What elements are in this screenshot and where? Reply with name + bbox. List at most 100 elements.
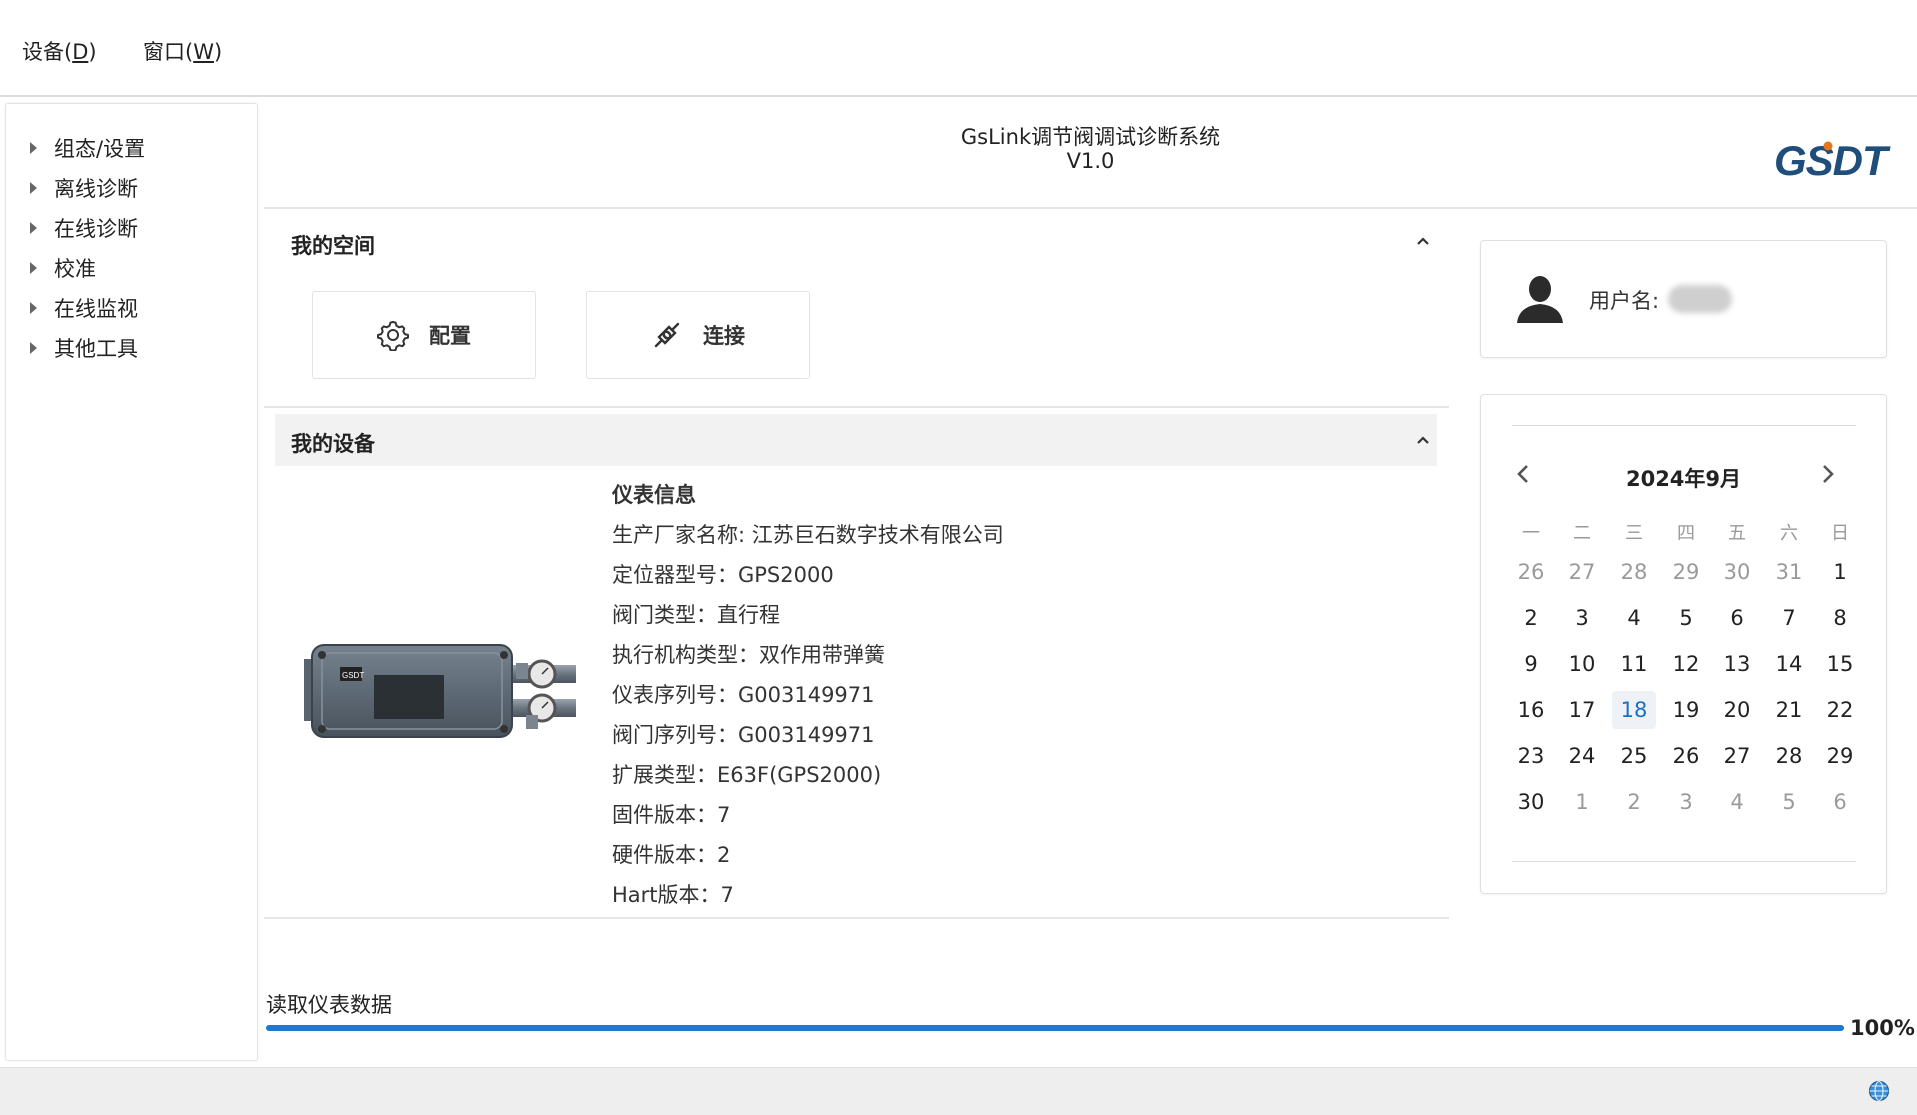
sidebar-item-label: 离线诊断 <box>54 177 138 201</box>
calendar-day[interactable]: 17 <box>1560 691 1604 729</box>
calendar-day[interactable]: 3 <box>1560 599 1604 637</box>
calendar-day[interactable]: 25 <box>1612 737 1656 775</box>
sidebar-item-calibration[interactable]: 校准 <box>30 253 96 283</box>
calendar-day[interactable]: 23 <box>1509 737 1553 775</box>
user-card: 用户名: <box>1480 240 1887 358</box>
collapse-caret-icon[interactable] <box>1410 427 1436 453</box>
calendar-day[interactable]: 15 <box>1818 645 1862 683</box>
connect-button[interactable]: 连接 <box>586 291 810 379</box>
calendar-day[interactable]: 22 <box>1818 691 1862 729</box>
valve-type-field: 阀门类型：直行程 <box>612 603 780 627</box>
calendar-day[interactable]: 1 <box>1560 783 1604 821</box>
calendar-day[interactable]: 14 <box>1767 645 1811 683</box>
menu-device-label: 设备( <box>22 40 73 64</box>
username-blurred <box>1668 285 1732 313</box>
extension-type-field: 扩展类型：E63F(GPS2000) <box>612 763 882 787</box>
sidebar-item-configuration[interactable]: 组态/设置 <box>30 133 145 163</box>
app-header: GsLink调节阀调试诊断系统 V1.0 GSDT <box>264 103 1917 209</box>
calendar-day[interactable]: 30 <box>1715 553 1759 591</box>
calendar-day[interactable]: 24 <box>1560 737 1604 775</box>
actuator-type-field: 执行机构类型：双作用带弹簧 <box>612 643 885 667</box>
progress-label: 读取仪表数据 <box>266 993 392 1017</box>
weekday-label: 四 <box>1677 523 1695 544</box>
calendar-day[interactable]: 18 <box>1612 691 1656 729</box>
calendar-day[interactable]: 5 <box>1767 783 1811 821</box>
calendar-day[interactable]: 11 <box>1612 645 1656 683</box>
sidebar-item-label: 在线诊断 <box>54 217 138 241</box>
expand-arrow-icon[interactable] <box>30 142 37 154</box>
status-bar <box>0 1067 1917 1115</box>
progress-percent: 100% <box>1850 1016 1915 1040</box>
calendar-day[interactable]: 4 <box>1612 599 1656 637</box>
menu-window[interactable]: 窗口(W) <box>143 36 222 66</box>
valve-positioner-image: GSDT <box>304 644 576 738</box>
globe-icon[interactable] <box>1868 1080 1890 1102</box>
calendar-day[interactable]: 28 <box>1612 553 1656 591</box>
my-space-section: 我的空间 配置 连接 <box>264 208 1449 408</box>
my-device-header[interactable]: 我的设备 <box>275 414 1437 466</box>
calendar-day[interactable]: 4 <box>1715 783 1759 821</box>
calendar-day[interactable]: 19 <box>1664 691 1708 729</box>
app-title: GsLink调节阀调试诊断系统 <box>960 125 1221 149</box>
connect-button-label: 连接 <box>703 324 745 348</box>
weekday-label: 二 <box>1573 523 1591 544</box>
calendar-day[interactable]: 29 <box>1664 553 1708 591</box>
sidebar-item-label: 其他工具 <box>54 337 138 361</box>
calendar-day[interactable]: 26 <box>1509 553 1553 591</box>
plug-connect-icon <box>654 322 680 348</box>
expand-arrow-icon[interactable] <box>30 262 37 274</box>
user-avatar-icon <box>1517 276 1563 323</box>
calendar-day[interactable]: 30 <box>1509 783 1553 821</box>
valve-serial-field: 阀门序列号：G003149971 <box>612 723 875 747</box>
menu-bar: 设备(D) 窗口(W) <box>0 0 1917 97</box>
expand-arrow-icon[interactable] <box>30 182 37 194</box>
menu-device-mnemonic: D <box>72 40 89 64</box>
calendar-day[interactable]: 5 <box>1664 599 1708 637</box>
calendar-divider <box>1512 425 1856 426</box>
calendar-day[interactable]: 9 <box>1509 645 1553 683</box>
calendar-day[interactable]: 26 <box>1664 737 1708 775</box>
sidebar-item-other-tools[interactable]: 其他工具 <box>30 333 138 363</box>
menu-device-close: ) <box>88 40 97 64</box>
calendar-day[interactable]: 29 <box>1818 737 1862 775</box>
calendar-day[interactable]: 21 <box>1767 691 1811 729</box>
weekday-label: 一 <box>1522 523 1540 544</box>
firmware-version-field: 固件版本：7 <box>612 803 731 827</box>
calendar-day[interactable]: 27 <box>1715 737 1759 775</box>
calendar-day[interactable]: 1 <box>1818 553 1862 591</box>
expand-arrow-icon[interactable] <box>30 302 37 314</box>
calendar-day[interactable]: 13 <box>1715 645 1759 683</box>
calendar-day[interactable]: 3 <box>1664 783 1708 821</box>
calendar-day[interactable]: 16 <box>1509 691 1553 729</box>
calendar-day[interactable]: 27 <box>1560 553 1604 591</box>
calendar-day[interactable]: 31 <box>1767 553 1811 591</box>
calendar-day[interactable]: 10 <box>1560 645 1604 683</box>
calendar-day[interactable]: 6 <box>1715 599 1759 637</box>
calendar-day[interactable]: 6 <box>1818 783 1862 821</box>
weekday-label: 五 <box>1728 523 1746 544</box>
calendar-day[interactable]: 28 <box>1767 737 1811 775</box>
calendar-day[interactable]: 12 <box>1664 645 1708 683</box>
calendar-day[interactable]: 2 <box>1509 599 1553 637</box>
next-month-icon[interactable] <box>1812 459 1842 489</box>
calendar-day[interactable]: 20 <box>1715 691 1759 729</box>
calendar-divider <box>1512 861 1856 862</box>
config-button[interactable]: 配置 <box>312 291 536 379</box>
sidebar-item-online-diagnosis[interactable]: 在线诊断 <box>30 213 138 243</box>
hart-version-field: Hart版本：7 <box>612 883 734 907</box>
sidebar-item-offline-diagnosis[interactable]: 离线诊断 <box>30 173 138 203</box>
weekday-label: 三 <box>1625 523 1643 544</box>
calendar-day[interactable]: 7 <box>1767 599 1811 637</box>
expand-arrow-icon[interactable] <box>30 342 37 354</box>
calendar-day[interactable]: 8 <box>1818 599 1862 637</box>
username-label: 用户名: <box>1589 289 1660 313</box>
menu-window-close: ) <box>213 40 223 64</box>
expand-arrow-icon[interactable] <box>30 222 37 234</box>
collapse-caret-icon[interactable] <box>1410 228 1436 254</box>
calendar-day[interactable]: 2 <box>1612 783 1656 821</box>
calendar-widget: 2024年9月 一 二 三 四 五 六 日 26 27 28 29 30 31 1 2 3 4 5 6… <box>1480 394 1887 894</box>
sidebar-item-online-monitor[interactable]: 在线监视 <box>30 293 138 323</box>
instrument-serial-field: 仪表序列号：G003149971 <box>612 683 875 707</box>
hardware-version-field: 硬件版本：2 <box>612 843 731 867</box>
menu-device[interactable]: 设备(D) <box>22 36 97 66</box>
